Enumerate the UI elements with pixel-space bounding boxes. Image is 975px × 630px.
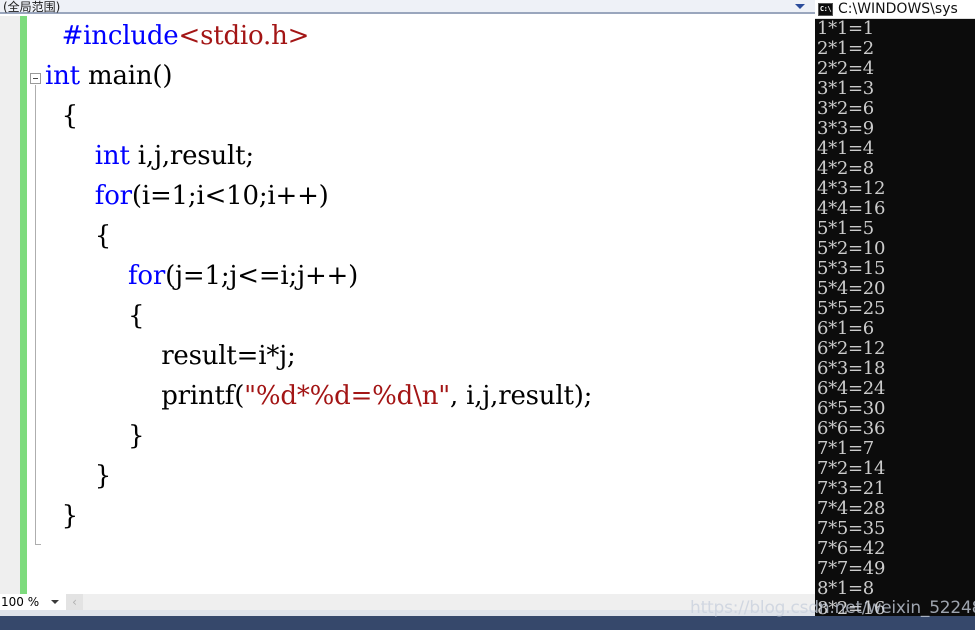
code-token: }	[61, 501, 79, 531]
horizontal-scroll-left-button[interactable]: ‹	[66, 594, 83, 610]
code-token: {	[61, 101, 79, 131]
code-line[interactable]: result=i*j;	[45, 336, 815, 376]
code-editor[interactable]: #include<stdio.h> int main(){int i,j,resu…	[0, 16, 815, 594]
console-output-line: 5*4=20	[817, 278, 886, 299]
horizontal-scrollbar-track[interactable]	[83, 594, 815, 610]
code-token: (i=1;i<10;i++)	[131, 181, 329, 211]
console-output-line: 3*1=3	[817, 78, 874, 99]
console-output-line: 7*7=49	[817, 558, 886, 579]
code-line[interactable]: }	[45, 496, 815, 536]
code-token: , i,j,result);	[450, 381, 593, 411]
console-output-line: 6*1=6	[817, 318, 874, 339]
console-output-line: 7*1=7	[817, 438, 874, 459]
navigation-scope-bar: (全局范围)	[0, 0, 815, 14]
outlining-margin[interactable]	[27, 16, 45, 594]
console-output-line: 7*2=14	[817, 458, 886, 479]
code-token: for	[128, 261, 166, 291]
console-output-line: 7*6=42	[817, 538, 886, 559]
zoom-level-combobox[interactable]: 100 %	[0, 594, 66, 610]
console-output-line: 4*2=8	[817, 158, 874, 179]
code-line[interactable]: int i,j,result;	[45, 136, 815, 176]
code-token: }	[128, 421, 145, 451]
console-output-line: 3*3=9	[817, 118, 874, 139]
visual-studio-editor-pane: (全局范围) #include<stdio.h> int main(){int i…	[0, 0, 815, 630]
console-output-line: 6*4=24	[817, 378, 886, 399]
code-token: }	[94, 461, 112, 491]
code-token: i,j,result;	[129, 141, 254, 171]
console-output-line: 2*2=4	[817, 58, 874, 79]
console-output-line: 5*3=15	[817, 258, 886, 279]
console-output-line: 4*1=4	[817, 138, 874, 159]
code-line[interactable]: for(i=1;i<10;i++)	[45, 176, 815, 216]
outlining-guide-foot	[35, 544, 41, 545]
code-token: main()	[79, 61, 173, 91]
code-token: "%d*%d=%d\n"	[244, 381, 450, 411]
console-output-line: 7*5=35	[817, 518, 886, 539]
console-window[interactable]: C:\ C:\WINDOWS\sys 1*1=1 2*1=2 2*2=4 3*1=3 3…	[815, 0, 975, 630]
code-line[interactable]: #include<stdio.h>	[45, 16, 815, 56]
console-title-text: C:\WINDOWS\sys	[838, 1, 958, 17]
code-line[interactable]: int main()	[45, 56, 815, 96]
code-line[interactable]: {	[45, 216, 815, 256]
scope-dropdown-label[interactable]: (全局范围)	[0, 1, 60, 13]
code-line[interactable]: {	[45, 96, 815, 136]
console-output-line: 3*2=6	[817, 98, 874, 119]
console-output-line: 4*4=16	[817, 198, 886, 219]
console-output-line: 4*3=12	[817, 178, 886, 199]
console-output-line: 8*1=8	[817, 578, 874, 599]
code-line[interactable]: }	[45, 416, 815, 456]
indicator-margin[interactable]	[0, 16, 20, 594]
console-output-line: 5*1=5	[817, 218, 874, 239]
console-output-line: 7*4=28	[817, 498, 886, 519]
console-output-line: 6*6=36	[817, 418, 886, 439]
code-token: for	[94, 181, 132, 211]
code-token: {	[128, 301, 145, 331]
code-token: printf(	[161, 381, 245, 411]
collapse-toggle-icon[interactable]	[30, 73, 41, 84]
outlining-guide-line	[35, 85, 36, 545]
code-token: int	[94, 141, 130, 171]
code-token: int	[45, 61, 80, 91]
chevron-down-icon[interactable]	[795, 4, 805, 9]
editor-bottom-strip: 100 % ‹	[0, 594, 815, 610]
console-output-line: 2*1=2	[817, 38, 874, 59]
code-token: <stdio.h>	[178, 21, 310, 51]
code-token: #include	[61, 21, 179, 51]
console-output-line: 6*3=18	[817, 358, 886, 379]
console-title-bar[interactable]: C:\ C:\WINDOWS\sys	[815, 0, 975, 19]
code-token: (j=1;j<=i;j++)	[165, 261, 359, 291]
code-line[interactable]: printf("%d*%d=%d\n", i,j,result);	[45, 376, 815, 416]
console-output-area[interactable]: 1*1=1 2*1=2 2*2=4 3*1=3 3*2=6 3*3=9 4*1=4 4*2=8…	[815, 19, 975, 630]
code-token: {	[94, 221, 112, 251]
console-output-line: 5*2=10	[817, 238, 886, 259]
console-output-line: 5*5=25	[817, 298, 886, 319]
code-text-surface[interactable]: #include<stdio.h> int main(){int i,j,resu…	[45, 16, 815, 594]
cmd-icon: C:\	[818, 2, 833, 16]
console-output-line: 7*3=21	[817, 478, 886, 499]
code-line[interactable]: for(j=1;j<=i;j++)	[45, 256, 815, 296]
console-output-line: 6*5=30	[817, 398, 886, 419]
windows-taskbar[interactable]	[0, 616, 975, 630]
console-output-line: 6*2=12	[817, 338, 886, 359]
code-token: result=i*j;	[161, 341, 296, 371]
change-tracking-bar	[20, 16, 27, 594]
chevron-down-icon[interactable]	[51, 600, 59, 604]
console-output-line: 1*1=1	[817, 19, 874, 39]
application-window: (全局范围) #include<stdio.h> int main(){int i…	[0, 0, 975, 630]
code-line[interactable]: }	[45, 456, 815, 496]
code-line[interactable]: {	[45, 296, 815, 336]
zoom-level-value: 100 %	[1, 595, 40, 609]
